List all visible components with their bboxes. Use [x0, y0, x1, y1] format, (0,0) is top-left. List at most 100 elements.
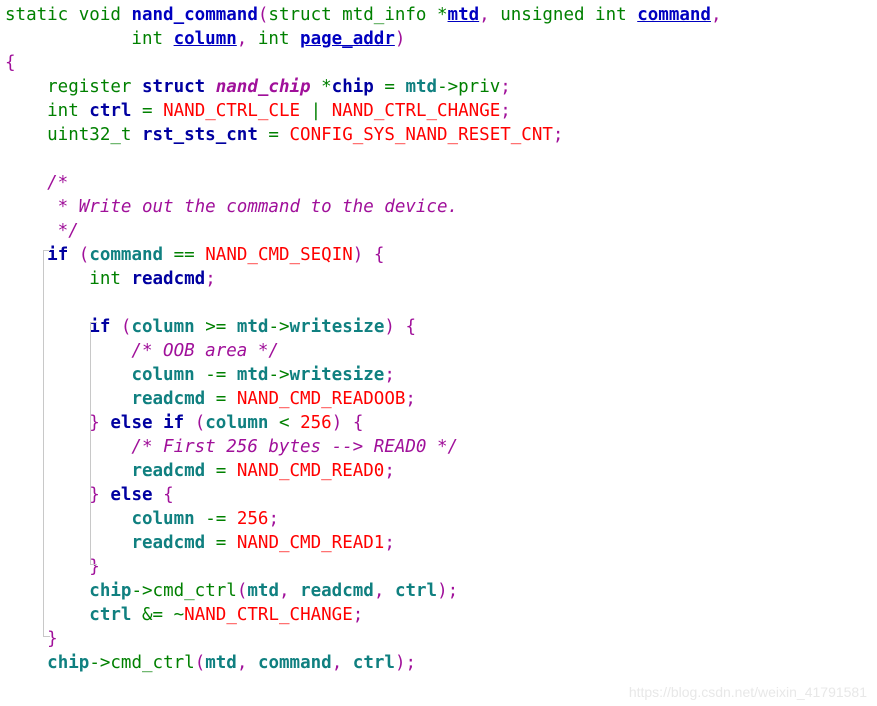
- token-plain-17-0: [5, 389, 131, 409]
- token-plain-25-10: [384, 581, 395, 601]
- code-line-5[interactable]: int ctrl = NAND_CTRL_CLE | NAND_CTRL_CHA…: [5, 99, 511, 123]
- token-ident-23-1: readcmd: [131, 533, 206, 553]
- fold-guide-inner-if[interactable]: [90, 322, 91, 564]
- token-ident-26-1: ctrl: [89, 605, 132, 625]
- token-plain-11-2: [68, 245, 79, 265]
- token-kw-18-3: else if: [110, 413, 185, 433]
- code-line-26[interactable]: ctrl &= ~NAND_CTRL_CHANGE;: [5, 603, 363, 627]
- token-fnname-28-3: cmd_ctrl: [110, 653, 195, 673]
- code-line-16[interactable]: column -= mtd->writesize;: [5, 363, 395, 387]
- token-plain-5-6: [300, 101, 311, 121]
- token-ident-17-1: readcmd: [131, 389, 206, 409]
- code-line-22[interactable]: column -= 256;: [5, 507, 279, 531]
- code-line-2[interactable]: int column, int page_addr): [5, 27, 405, 51]
- token-punc-18-5: (: [194, 413, 206, 433]
- token-plain-17-2: [205, 389, 216, 409]
- token-plain-6-2: [258, 125, 269, 145]
- token-punc-28-4: (: [194, 653, 206, 673]
- token-var-12-1: readcmd: [131, 269, 206, 289]
- code-line-28[interactable]: chip->cmd_ctrl(mtd, command, ctrl);: [5, 651, 416, 675]
- token-op-6-3: =: [268, 125, 279, 145]
- token-ident-14-4: column: [131, 317, 195, 337]
- code-line-11[interactable]: if (command == NAND_CMD_SEQIN) {: [5, 243, 384, 267]
- token-op-16-3: -=: [205, 365, 227, 385]
- token-plain-11-10: [363, 245, 374, 265]
- token-type-1-0: static void: [5, 5, 132, 25]
- token-num-18-10: 256: [300, 413, 332, 433]
- code-line-4[interactable]: register struct nand_chip *chip = mtd->p…: [5, 75, 511, 99]
- token-op-26-3: &=: [142, 605, 164, 625]
- token-op-22-3: -=: [205, 509, 227, 529]
- token-type-1-4: mtd_info: [331, 5, 437, 25]
- token-punc-5-10: ;: [500, 101, 511, 121]
- token-plain-14-12: [395, 317, 406, 337]
- token-macro-5-5: NAND_CTRL_CLE: [163, 101, 301, 121]
- fold-guide-outer-if-bottom-tick: [43, 636, 50, 637]
- fold-guide-outer-if[interactable]: [43, 250, 44, 636]
- token-plain-4-9: [395, 77, 406, 97]
- token-ident-28-1: chip: [47, 653, 90, 673]
- code-line-10[interactable]: */: [5, 219, 79, 243]
- token-plain-25-0: [5, 581, 89, 601]
- code-line-19[interactable]: /* First 256 bytes --> READ0 */: [5, 435, 458, 459]
- token-plain-14-5: [195, 317, 206, 337]
- token-punc-14-3: (: [120, 317, 132, 337]
- token-var-4-6: chip: [331, 77, 374, 97]
- token-punc-11-3: (: [78, 245, 90, 265]
- code-line-18[interactable]: } else if (column < 256) {: [5, 411, 363, 435]
- code-line-3[interactable]: {: [5, 51, 16, 75]
- token-ident-18-6: column: [205, 413, 269, 433]
- token-op-16-6: ->: [268, 365, 290, 385]
- token-plain-14-2: [110, 317, 121, 337]
- code-line-25[interactable]: chip->cmd_ctrl(mtd, readcmd, ctrl);: [5, 579, 458, 603]
- token-plain-4-2: [205, 77, 216, 97]
- token-plain-22-2: [195, 509, 206, 529]
- token-ident-16-7: writesize: [289, 365, 385, 385]
- code-line-27[interactable]: }: [5, 627, 58, 651]
- token-comment-10-0: */: [5, 221, 79, 241]
- token-punc-18-11: ): [331, 413, 343, 433]
- token-plain-11-7: [195, 245, 206, 265]
- code-line-14[interactable]: if (column >= mtd->writesize) {: [5, 315, 416, 339]
- fold-guide-outer-if-top-tick: [43, 250, 50, 251]
- token-op-5-7: |: [310, 101, 322, 121]
- code-line-6[interactable]: uint32_t rst_sts_cnt = CONFIG_SYS_NAND_R…: [5, 123, 563, 147]
- token-punc-28-12: ): [394, 653, 406, 673]
- token-punc-21-5: {: [163, 485, 174, 505]
- token-param-1-6: mtd: [447, 5, 480, 25]
- token-plain-26-0: [5, 605, 89, 625]
- code-line-13[interactable]: [5, 291, 16, 315]
- token-plain-14-0: [5, 317, 89, 337]
- token-punc-3-0: {: [5, 53, 16, 73]
- token-comment-15-0: /* OOB area */: [5, 341, 279, 361]
- code-line-12[interactable]: int readcmd;: [5, 267, 215, 291]
- code-line-23[interactable]: readcmd = NAND_CMD_READ1;: [5, 531, 394, 555]
- code-line-15[interactable]: /* OOB area */: [5, 339, 279, 363]
- token-plain-4-4: [311, 77, 322, 97]
- token-plain-22-4: [226, 509, 237, 529]
- token-punc-2-5: ): [394, 29, 406, 49]
- token-punc-20-6: ;: [384, 461, 395, 481]
- code-line-7[interactable]: [5, 147, 16, 171]
- token-plain-23-4: [226, 533, 237, 553]
- code-line-1[interactable]: static void nand_command(struct mtd_info…: [5, 3, 722, 27]
- token-punc-16-8: ;: [384, 365, 395, 385]
- token-plain-4-12: priv: [458, 77, 501, 97]
- token-plain-18-4: [184, 413, 195, 433]
- token-type-2-0: int: [5, 29, 174, 49]
- token-plain-27-0: [5, 629, 47, 649]
- token-plain-28-7: [247, 653, 258, 673]
- code-line-17[interactable]: readcmd = NAND_CMD_READOOB;: [5, 387, 416, 411]
- token-plain-20-4: [226, 461, 237, 481]
- code-line-8[interactable]: /*: [5, 171, 68, 195]
- token-punc-2-2: ,: [236, 29, 248, 49]
- token-ident-28-11: ctrl: [352, 653, 395, 673]
- code-line-24[interactable]: }: [5, 555, 100, 579]
- token-macro-17-5: NAND_CMD_READOOB: [236, 389, 406, 409]
- token-ident-22-1: column: [131, 509, 195, 529]
- token-var-6-1: rst_sts_cnt: [141, 125, 258, 145]
- token-punc-11-11: {: [373, 245, 385, 265]
- token-macro-5-9: NAND_CTRL_CHANGE: [331, 101, 501, 121]
- code-line-9[interactable]: * Write out the command to the device.: [5, 195, 458, 219]
- code-line-20[interactable]: readcmd = NAND_CMD_READ0;: [5, 459, 395, 483]
